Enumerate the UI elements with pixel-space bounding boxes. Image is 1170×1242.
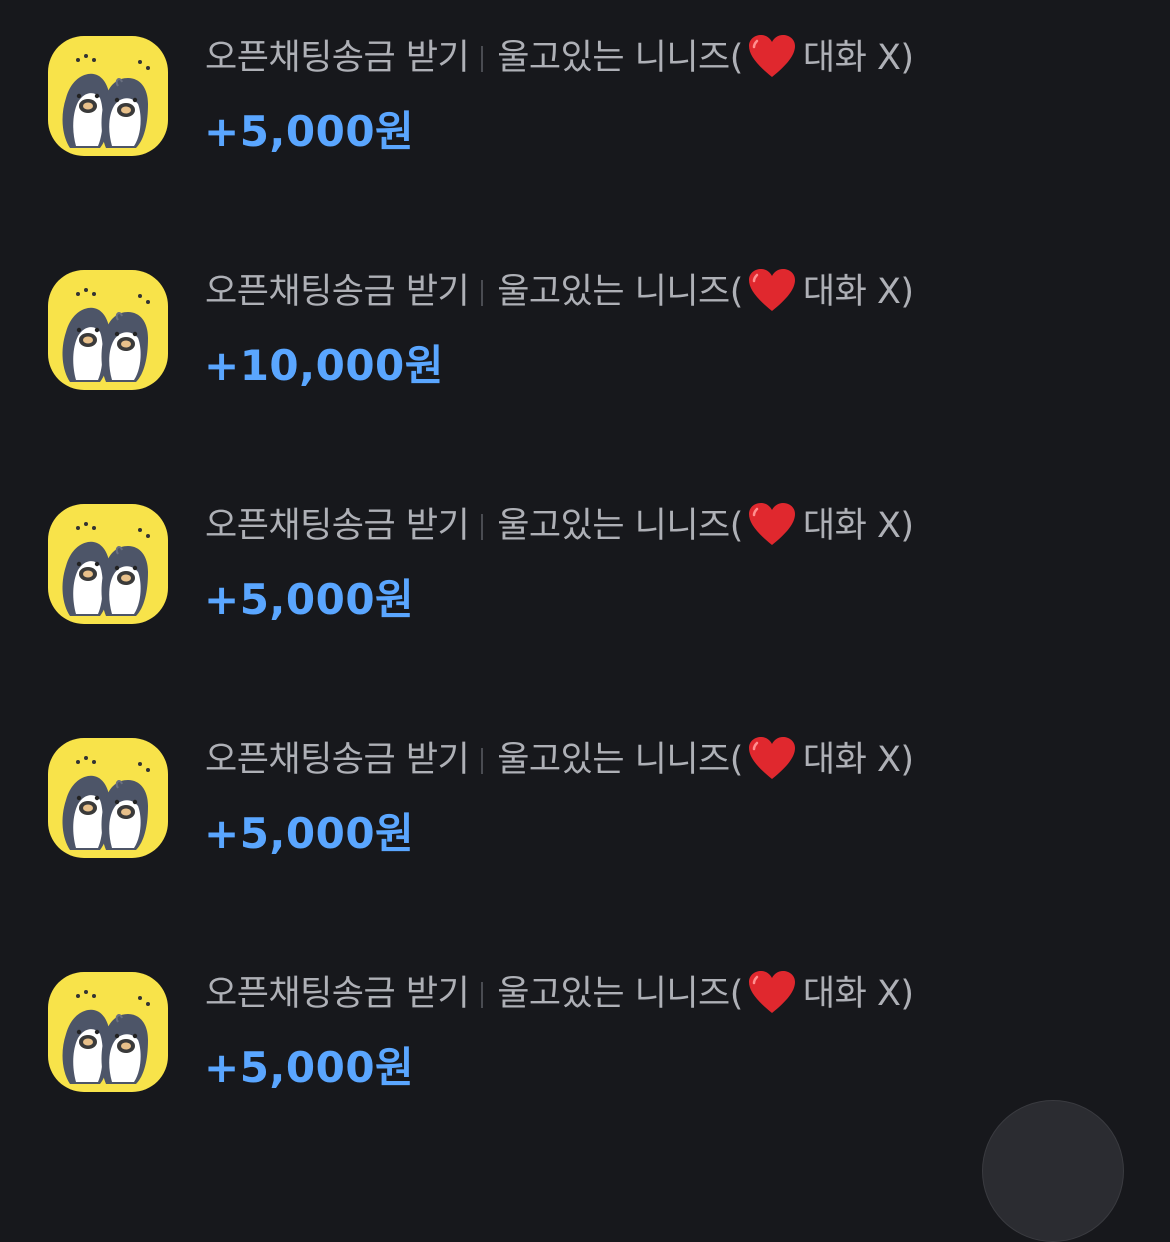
transaction-type-label: 오픈채팅송금 받기 [205, 974, 470, 1014]
transaction-title: 오픈채팅송금 받기 울고있는 니니즈( 대화 X) [205, 264, 914, 320]
red-heart-emoji-icon [747, 501, 797, 547]
title-divider [481, 280, 484, 306]
sender-name-suffix: 대화 X) [802, 38, 914, 78]
transaction-row[interactable]: 오픈채팅송금 받기 울고있는 니니즈( 대화 X) +5,000원 [0, 936, 1170, 1096]
transaction-row[interactable]: 오픈채팅송금 받기 울고있는 니니즈( 대화 X) +5,000원 [0, 702, 1170, 862]
red-heart-emoji-icon [747, 33, 797, 79]
floating-action-button[interactable] [982, 1100, 1124, 1242]
title-divider [481, 748, 484, 774]
ninini-penguin-avatar-icon [48, 36, 168, 156]
ninini-penguin-avatar-icon [48, 972, 168, 1092]
sender-name-suffix: 대화 X) [802, 974, 914, 1014]
ninini-penguin-avatar-icon [48, 270, 168, 390]
sender-name-prefix: 울고있는 니니즈( [497, 974, 743, 1014]
transaction-amount: +5,000원 [204, 1043, 415, 1092]
ninini-penguin-avatar-icon [48, 504, 168, 624]
transaction-title: 오픈채팅송금 받기 울고있는 니니즈( 대화 X) [205, 30, 914, 86]
transaction-type-label: 오픈채팅송금 받기 [205, 38, 470, 78]
red-heart-emoji-icon [747, 969, 797, 1015]
title-divider [481, 46, 484, 72]
sender-name-prefix: 울고있는 니니즈( [497, 740, 743, 780]
sender-name-suffix: 대화 X) [802, 272, 914, 312]
transaction-amount: +5,000원 [204, 107, 415, 156]
transaction-amount: +5,000원 [204, 809, 415, 858]
sender-name-prefix: 울고있는 니니즈( [497, 38, 743, 78]
transaction-row[interactable]: 오픈채팅송금 받기 울고있는 니니즈( 대화 X) +5,000원 [0, 468, 1170, 628]
transaction-type-label: 오픈채팅송금 받기 [205, 506, 470, 546]
transaction-row[interactable]: 오픈채팅송금 받기 울고있는 니니즈( 대화 X) +5,000원 [0, 0, 1170, 160]
sender-name-prefix: 울고있는 니니즈( [497, 272, 743, 312]
title-divider [481, 514, 484, 540]
sender-name-suffix: 대화 X) [802, 740, 914, 780]
transaction-amount: +10,000원 [204, 341, 444, 390]
transaction-title: 오픈채팅송금 받기 울고있는 니니즈( 대화 X) [205, 966, 914, 1022]
sender-name-suffix: 대화 X) [802, 506, 914, 546]
transaction-row[interactable]: 오픈채팅송금 받기 울고있는 니니즈( 대화 X) +10,000원 [0, 234, 1170, 394]
transaction-list: 오픈채팅송금 받기 울고있는 니니즈(대화 X) +5,000원 오픈채팅송금… [0, 0, 1170, 1145]
red-heart-emoji-icon [747, 267, 797, 313]
transaction-type-label: 오픈채팅송금 받기 [205, 272, 470, 312]
transaction-type-label: 오픈채팅송금 받기 [205, 740, 470, 780]
transaction-title: 오픈채팅송금 받기 울고있는 니니즈( 대화 X) [205, 498, 914, 554]
transaction-amount: +5,000원 [204, 575, 415, 624]
sender-name-prefix: 울고있는 니니즈( [497, 506, 743, 546]
title-divider [481, 982, 484, 1008]
red-heart-emoji-icon [747, 735, 797, 781]
transaction-title: 오픈채팅송금 받기 울고있는 니니즈( 대화 X) [205, 732, 914, 788]
ninini-penguin-avatar-icon [48, 738, 168, 858]
